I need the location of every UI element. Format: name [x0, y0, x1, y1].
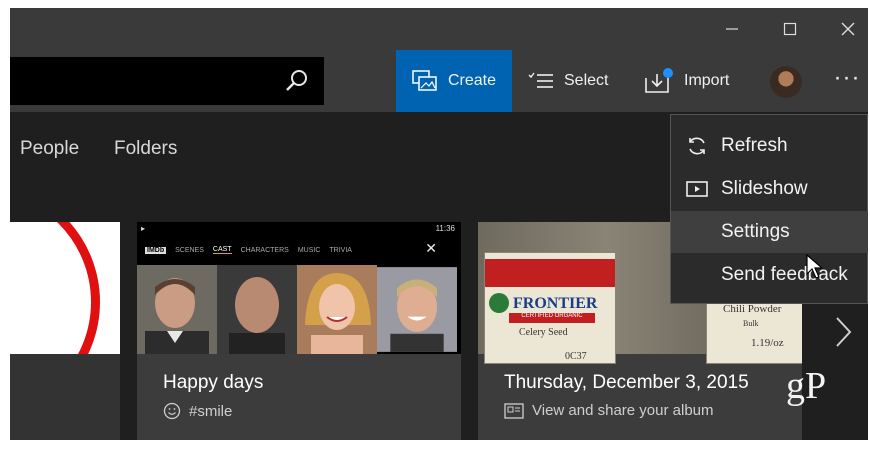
card-subtitle: View and share your album [504, 402, 714, 419]
groovypost-watermark: gP [786, 365, 827, 407]
import-label: Import [684, 72, 730, 89]
import-button[interactable]: Import [644, 50, 754, 112]
menu-item-label: Settings [721, 221, 790, 242]
imdb-logo: IMDb [145, 246, 167, 254]
product-brand: FRONTIER [513, 295, 598, 312]
maximize-icon [783, 22, 797, 36]
cast-photo-3 [297, 265, 377, 354]
photos-app-window: Create Select Import ··· People Folders [10, 8, 868, 440]
product-price: 1.19/oz [751, 337, 784, 349]
more-options-button[interactable]: ··· [830, 66, 864, 98]
card-subtitle: #smile [163, 402, 232, 420]
phone-tab: SCENES [175, 246, 204, 254]
menu-item-label: Refresh [721, 135, 788, 156]
card-title: Thursday, December 3, 2015 [504, 372, 749, 393]
phone-tab-active: CAST [212, 246, 232, 254]
cast-photo-2 [217, 265, 297, 354]
mouse-cursor-icon [806, 254, 824, 279]
product-line: CERTIFIED ORGANIC [509, 313, 595, 323]
checklist-icon [528, 72, 553, 88]
imdb-tab-strip: IMDb SCENES CAST CHARACTERS MUSIC TRIVIA [145, 242, 455, 258]
minimize-icon [726, 28, 738, 30]
album-cover-photo: ▸ 11:36 IMDb SCENES CAST CHARACTERS MUSI… [137, 222, 461, 354]
phone-close-icon: ✕ [425, 240, 437, 256]
menu-item-settings[interactable]: Settings [671, 211, 868, 253]
tab-folders[interactable]: Folders [114, 138, 177, 160]
import-icon [645, 68, 673, 93]
card-subtitle-text: View and share your album [532, 402, 714, 419]
chevron-right-icon[interactable] [828, 312, 858, 352]
play-store-icon: ▸ [141, 224, 146, 233]
close-icon [841, 22, 855, 36]
phone-clock: 11:36 [435, 224, 455, 233]
search-input[interactable] [10, 57, 324, 105]
more-options-menu: Refresh Slideshow Settings Send feedback [670, 114, 868, 304]
create-button[interactable]: Create [396, 50, 512, 112]
menu-item-slideshow[interactable]: Slideshow [671, 168, 868, 210]
create-label: Create [447, 72, 497, 89]
title-toolbar: Create Select Import ··· [10, 8, 868, 112]
product-code: 0C37 [565, 351, 587, 362]
select-label: Select [564, 72, 609, 89]
album-card-happy-days[interactable]: ▸ 11:36 IMDb SCENES CAST CHARACTERS MUSI… [137, 222, 461, 440]
search-icon[interactable] [284, 68, 310, 94]
product-item-1: Celery Seed [519, 327, 568, 338]
phone-status-bar: ▸ 11:36 [137, 222, 461, 238]
photo-card-partial[interactable] [10, 222, 120, 440]
product-item-2: Chili Powder [723, 303, 782, 315]
select-button[interactable]: Select [528, 50, 618, 112]
menu-item-label: Send feedback [721, 264, 848, 285]
cast-photo-1 [137, 265, 217, 354]
organic-seal [489, 293, 509, 313]
menu-item-refresh[interactable]: Refresh [671, 125, 868, 167]
card-title: Happy days [163, 372, 264, 393]
card-subtitle-text: #smile [189, 402, 233, 420]
refresh-icon [689, 137, 705, 155]
menu-item-label: Slideshow [721, 178, 808, 199]
phone-tab: CHARACTERS [240, 246, 289, 254]
slideshow-icon [686, 181, 708, 197]
album-icon [504, 402, 524, 419]
minimize-button[interactable] [712, 16, 752, 42]
product-item-2-sub: Bulk [743, 319, 759, 328]
create-icon [412, 70, 437, 91]
phone-tab: MUSIC [297, 246, 321, 254]
tab-people[interactable]: People [20, 138, 79, 160]
phone-tab: TRIVIA [329, 246, 352, 254]
close-window-button[interactable] [828, 16, 868, 42]
smiley-icon [163, 402, 181, 420]
red-ring-shape [10, 222, 100, 354]
maximize-button[interactable] [770, 16, 810, 42]
photo-thumbnail [10, 222, 120, 354]
spice-bag-1: FRONTIER CERTIFIED ORGANIC Celery Seed 0… [484, 252, 616, 364]
menu-item-send-feedback[interactable]: Send feedback [671, 254, 868, 296]
user-avatar[interactable] [770, 66, 802, 98]
cast-photo-4 [377, 267, 457, 352]
